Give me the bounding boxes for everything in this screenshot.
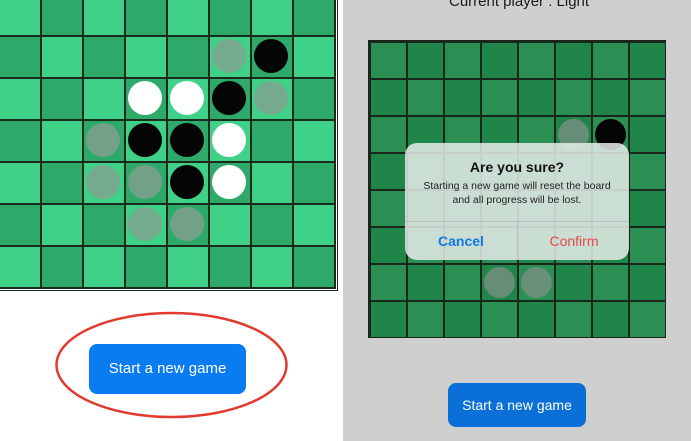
black-piece <box>212 81 246 115</box>
board-left-cell[interactable] <box>126 37 168 79</box>
white-piece <box>212 165 246 199</box>
hint-marker <box>128 207 162 241</box>
dialog-title: Are you sure? <box>469 159 565 175</box>
board-left-cell[interactable] <box>294 121 336 163</box>
white-piece <box>128 81 162 115</box>
hint-marker <box>212 39 246 73</box>
board-left-cell[interactable] <box>294 247 336 289</box>
board-left-cell[interactable] <box>252 121 294 163</box>
board-left-cell[interactable] <box>168 0 210 37</box>
board-left-cell[interactable] <box>42 163 84 205</box>
board-left-cell[interactable] <box>42 0 84 37</box>
board-left-cell[interactable] <box>252 0 294 37</box>
board-left-cell[interactable] <box>0 247 42 289</box>
board-left-cell[interactable] <box>42 79 84 121</box>
start-new-game-button-dimmed[interactable]: Start a new game <box>448 383 586 427</box>
white-piece <box>170 81 204 115</box>
board-left-cell[interactable] <box>0 163 42 205</box>
board-left-cell[interactable] <box>84 37 126 79</box>
cancel-button[interactable]: Cancel <box>405 222 517 260</box>
black-piece <box>170 165 204 199</box>
board-left-cell[interactable] <box>84 79 126 121</box>
board-left-cell[interactable] <box>126 121 168 163</box>
confirm-button[interactable]: Confirm <box>518 222 629 260</box>
board-left-cell[interactable] <box>0 79 42 121</box>
board-left-cell[interactable] <box>84 163 126 205</box>
current-player-label: Current player : Light <box>449 0 590 10</box>
board-left-cell[interactable] <box>168 247 210 289</box>
board-left-cell[interactable] <box>126 205 168 247</box>
board-left-cell[interactable] <box>210 79 252 121</box>
hint-marker <box>86 165 120 199</box>
board-left-cell[interactable] <box>126 163 168 205</box>
board-left-cell[interactable] <box>294 163 336 205</box>
board-left-cell[interactable] <box>42 247 84 289</box>
board-left-cell[interactable] <box>42 205 84 247</box>
black-piece <box>254 39 288 73</box>
hint-marker <box>170 207 204 241</box>
board-left-cell[interactable] <box>168 37 210 79</box>
board-left-cell[interactable] <box>168 205 210 247</box>
confirm-dialog: Are you sure? Starting a new game will r… <box>405 143 629 260</box>
board-left-cell[interactable] <box>168 163 210 205</box>
black-piece <box>170 123 204 157</box>
board-left-cell[interactable] <box>252 205 294 247</box>
board-left-cell[interactable] <box>84 205 126 247</box>
hint-marker <box>128 165 162 199</box>
board-left-cell[interactable] <box>126 247 168 289</box>
board-left-cell[interactable] <box>168 121 210 163</box>
board-left-cell[interactable] <box>126 79 168 121</box>
hint-marker <box>254 81 288 115</box>
board-left-cell[interactable] <box>210 247 252 289</box>
black-piece <box>128 123 162 157</box>
board-left-cell[interactable] <box>0 37 42 79</box>
board-left-cell[interactable] <box>84 121 126 163</box>
board-left-cell[interactable] <box>42 37 84 79</box>
board-left-cell[interactable] <box>294 0 336 37</box>
board-left-cell[interactable] <box>126 0 168 37</box>
hint-marker <box>86 123 120 157</box>
board-left-cell[interactable] <box>294 79 336 121</box>
board-left-cell[interactable] <box>210 163 252 205</box>
board-left-cell[interactable] <box>210 121 252 163</box>
board-left-cell[interactable] <box>252 247 294 289</box>
board-left-cell[interactable] <box>168 79 210 121</box>
board-left-cell[interactable] <box>252 163 294 205</box>
board-left-cell[interactable] <box>0 0 42 37</box>
dialog-message: Starting a new game will reset the board… <box>423 180 611 206</box>
board-left-cell[interactable] <box>252 37 294 79</box>
start-new-game-button[interactable]: Start a new game <box>89 344 246 394</box>
game-board-left <box>0 0 338 291</box>
white-piece <box>212 123 246 157</box>
board-left-cell[interactable] <box>210 0 252 37</box>
board-left-cell[interactable] <box>210 205 252 247</box>
board-left-cell[interactable] <box>210 37 252 79</box>
board-left-cell[interactable] <box>294 205 336 247</box>
board-left-cell[interactable] <box>42 121 84 163</box>
board-left-cell[interactable] <box>0 121 42 163</box>
board-left-cell[interactable] <box>252 79 294 121</box>
board-left-cell[interactable] <box>84 0 126 37</box>
board-left-cell[interactable] <box>294 37 336 79</box>
board-left-cell[interactable] <box>84 247 126 289</box>
board-left-cell[interactable] <box>0 205 42 247</box>
dialog-screen: Current player : Light Are you sure? Sta… <box>343 0 691 441</box>
